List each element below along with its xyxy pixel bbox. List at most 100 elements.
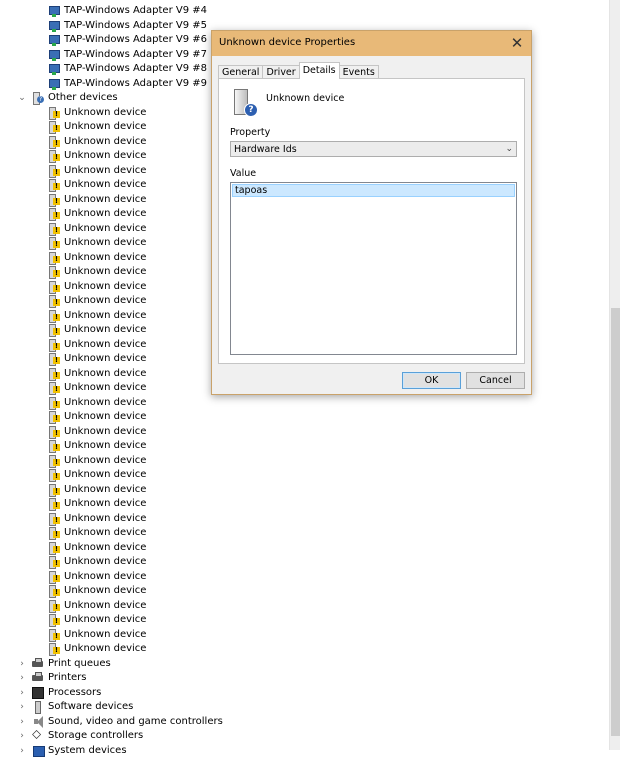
ok-button[interactable]: OK [402,372,461,389]
vertical-scrollbar[interactable] [609,0,620,750]
tree-item-unknown-device[interactable]: Unknown device [48,512,146,526]
tab-general[interactable]: General [218,65,264,79]
tree-item-unknown-device[interactable]: Unknown device [48,439,146,453]
tree-item-label: Unknown device [64,295,147,306]
tree-item-unknown-device[interactable]: Unknown device [48,526,146,540]
tab-details[interactable]: Details [298,62,340,79]
tree-item-unknown-device[interactable]: Unknown device [48,294,146,308]
tree-item-unknown-device[interactable]: Unknown device [48,599,146,613]
tree-item-unknown-device[interactable]: Unknown device [48,222,146,236]
unknown-device-warning-icon [48,440,60,453]
tree-item-unknown-device[interactable]: Unknown device [48,323,146,337]
tree-item-unknown-device[interactable]: Unknown device [48,106,146,120]
unknown-device-warning-icon [48,339,60,352]
unknown-device-warning-icon [48,194,60,207]
tree-item-unknown-device[interactable]: Unknown device [48,149,146,163]
value-listbox[interactable]: tapoas [230,182,517,355]
tree-category[interactable]: › System devices [16,744,127,758]
tree-item-tap-adapter[interactable]: TAP-Windows Adapter V9 #8 [48,62,207,76]
tree-item-unknown-device[interactable]: Unknown device [48,309,146,323]
tree-item-label: Unknown device [64,469,147,480]
tree-item-unknown-device[interactable]: Unknown device [48,280,146,294]
unknown-device-warning-icon [48,310,60,323]
software-device-icon [32,701,44,714]
tree-item-unknown-device[interactable]: Unknown device [48,497,146,511]
property-dropdown[interactable]: Hardware Ids ⌄ [230,141,517,157]
tree-category-other-devices[interactable]: ⌄ Other devices [16,91,118,105]
chevron-right-icon[interactable]: › [16,700,28,714]
tree-item-unknown-device[interactable]: Unknown device [48,396,146,410]
tree-item-tap-adapter[interactable]: TAP-Windows Adapter V9 #7 [48,48,207,62]
tree-item-unknown-device[interactable]: Unknown device [48,251,146,265]
chevron-down-icon: ⌄ [505,144,513,154]
tree-item-unknown-device[interactable]: Unknown device [48,454,146,468]
tree-item-unknown-device[interactable]: Unknown device [48,628,146,642]
tree-item-unknown-device[interactable]: Unknown device [48,236,146,250]
tree-item-unknown-device[interactable]: Unknown device [48,338,146,352]
tree-item-label: Unknown device [64,121,147,132]
tree-item-unknown-device[interactable]: Unknown device [48,541,146,555]
tree-item-unknown-device[interactable]: Unknown device [48,483,146,497]
tree-item-label: Unknown device [64,397,147,408]
tree-item-label: Unknown device [64,455,147,466]
tree-item-unknown-device[interactable]: Unknown device [48,193,146,207]
tree-item-unknown-device[interactable]: Unknown device [48,570,146,584]
tree-item-label: Unknown device [64,194,147,205]
tree-item-label: Unknown device [64,585,147,596]
tree-category[interactable]: › Processors [16,686,101,700]
tab-events[interactable]: Events [338,65,379,79]
scrollbar-thumb[interactable] [611,308,620,736]
tree-item-unknown-device[interactable]: Unknown device [48,120,146,134]
tree-item-unknown-device[interactable]: Unknown device [48,410,146,424]
storage-controller-icon [32,728,44,742]
tree-item-unknown-device[interactable]: Unknown device [48,265,146,279]
tree-item-tap-adapter[interactable]: TAP-Windows Adapter V9 #6 [48,33,207,47]
tree-item-unknown-device[interactable]: Unknown device [48,135,146,149]
chevron-right-icon[interactable]: › [16,729,28,743]
tree-item-unknown-device[interactable]: Unknown device [48,352,146,366]
dialog-titlebar[interactable]: Unknown device Properties ✕ [212,31,531,56]
tree-category[interactable]: › Storage controllers [16,728,143,743]
tree-item-unknown-device[interactable]: Unknown device [48,425,146,439]
tree-item-label: Unknown device [64,513,147,524]
cancel-button[interactable]: Cancel [466,372,525,389]
tree-item-label: TAP-Windows Adapter V9 #8 [64,63,207,74]
tree-item-label: Unknown device [64,223,147,234]
tree-item-unknown-device[interactable]: Unknown device [48,642,146,656]
other-devices-icon [32,92,44,105]
value-list-item[interactable]: tapoas [232,184,515,197]
system-device-icon [32,745,45,757]
chevron-down-icon[interactable]: ⌄ [16,91,28,105]
tree-item-label: Unknown device [64,571,147,582]
tree-item-unknown-device[interactable]: Unknown device [48,381,146,395]
unknown-device-warning-icon [48,266,60,279]
tree-category[interactable]: › Print queues [16,657,111,671]
tree-category[interactable]: › Software devices [16,700,133,714]
tree-item-unknown-device[interactable]: Unknown device [48,613,146,627]
chevron-right-icon[interactable]: › [16,671,28,685]
chevron-right-icon[interactable]: › [16,744,28,758]
tree-item-unknown-device[interactable]: Unknown device [48,555,146,569]
property-label: Property [230,127,271,138]
tree-item-unknown-device[interactable]: Unknown device [48,164,146,178]
tree-category[interactable]: › Sound, video and game controllers [16,715,223,729]
unknown-device-warning-icon [48,324,60,337]
tab-driver[interactable]: Driver [262,65,300,79]
tree-item-unknown-device[interactable]: Unknown device [48,178,146,192]
close-icon[interactable]: ✕ [503,31,531,56]
network-adapter-icon [48,78,60,90]
chevron-right-icon[interactable]: › [16,686,28,700]
tree-item-tap-adapter[interactable]: TAP-Windows Adapter V9 #9 [48,77,207,91]
chevron-right-icon[interactable]: › [16,657,28,671]
tree-category[interactable]: › Printers [16,671,86,685]
unknown-device-warning-icon [48,150,60,163]
tree-item-unknown-device[interactable]: Unknown device [48,584,146,598]
dialog-title: Unknown device Properties [219,37,356,48]
details-panel: ? Unknown device Property Hardware Ids ⌄… [218,78,525,364]
tree-item-unknown-device[interactable]: Unknown device [48,468,146,482]
tree-item-tap-adapter[interactable]: TAP-Windows Adapter V9 #4 [48,4,207,18]
tree-item-unknown-device[interactable]: Unknown device [48,367,146,381]
chevron-right-icon[interactable]: › [16,715,28,729]
tree-item-tap-adapter[interactable]: TAP-Windows Adapter V9 #5 [48,19,207,33]
tree-item-unknown-device[interactable]: Unknown device [48,207,146,221]
